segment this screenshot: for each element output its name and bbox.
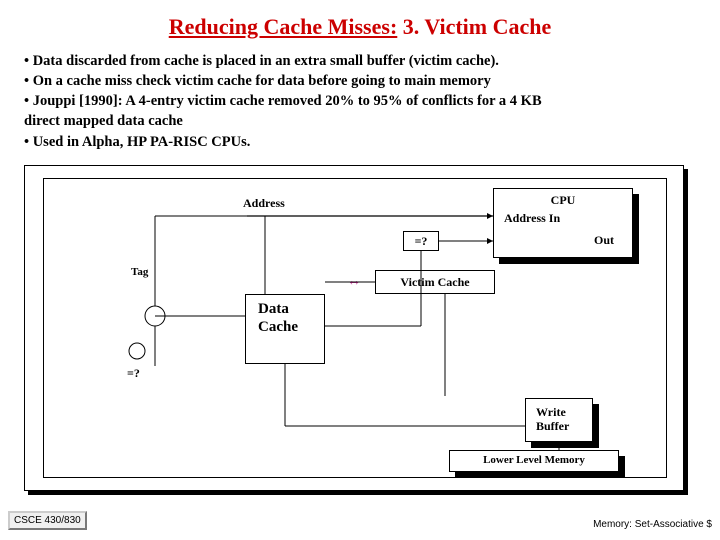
diagram: CPU Address In Out Address =? Tag Victim… xyxy=(24,165,696,505)
bullet-item: • On a cache miss check victim cache for… xyxy=(24,72,696,91)
footer-right: Memory: Set-Associative $ xyxy=(593,519,712,530)
outer-box: CPU Address In Out Address =? Tag Victim… xyxy=(24,165,684,491)
address-in-label: Address In xyxy=(504,211,560,226)
comparator-1: =? xyxy=(403,231,439,251)
bullet-list: • Data discarded from cache is placed in… xyxy=(0,50,720,161)
lower-mem-label: Lower Level Memory xyxy=(450,454,618,466)
page-title: Reducing Cache Misses: 3. Victim Cache xyxy=(0,0,720,50)
write-buffer-block: Write Buffer xyxy=(525,398,593,442)
title-underlined: Reducing Cache Misses: xyxy=(169,14,398,39)
eq-label-2: =? xyxy=(127,366,140,381)
data-cache-block: Data Cache xyxy=(245,294,325,364)
bullet-item: • Used in Alpha, HP PA-RISC CPUs. xyxy=(24,133,696,152)
data-cache-line1: Data xyxy=(258,301,289,318)
bullet-item: • Jouppi [1990]: A 4-entry victim cache … xyxy=(24,92,696,111)
eq-label-1: =? xyxy=(404,234,438,249)
bullet-item: direct mapped data cache xyxy=(24,112,696,131)
write-buffer-line1: Write xyxy=(536,405,566,420)
cpu-label: CPU xyxy=(494,193,632,208)
title-rest: 3. Victim Cache xyxy=(397,14,551,39)
write-buffer-line2: Buffer xyxy=(536,419,569,434)
lower-mem-block: Lower Level Memory xyxy=(449,450,619,472)
victim-cache-label: Victim Cache xyxy=(376,275,494,290)
swap-arrow-icon: ↔ xyxy=(347,274,361,290)
tag-label: Tag xyxy=(131,266,148,278)
bullet-item: • Data discarded from cache is placed in… xyxy=(24,52,696,71)
address-label: Address xyxy=(243,196,285,211)
data-cache-line2: Cache xyxy=(258,319,298,336)
cpu-block: CPU Address In Out xyxy=(493,188,633,258)
out-label: Out xyxy=(594,233,614,248)
victim-cache-block: Victim Cache xyxy=(375,270,495,294)
footer-left: CSCE 430/830 xyxy=(8,511,87,530)
